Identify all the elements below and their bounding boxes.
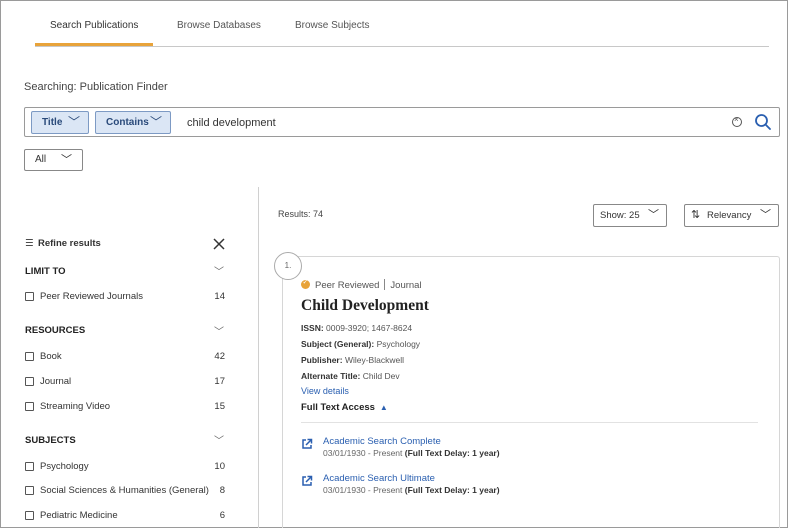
full-text-access-label: Full Text Access: [301, 402, 375, 413]
meta-value: Wiley-Blackwell: [344, 355, 404, 365]
facet-count: 17: [214, 376, 225, 387]
checkbox[interactable]: [25, 486, 34, 495]
meta-value: 0009-3920; 1467-8624: [326, 323, 413, 333]
chevron-down-icon[interactable]: ﹀: [214, 432, 224, 447]
meta-label: Alternate Title:: [301, 371, 361, 381]
show-per-page-select[interactable]: Show: 25 ﹀: [593, 204, 667, 227]
result-badges: Peer Reviewed Journal: [301, 278, 422, 291]
field-select-label: Title: [42, 117, 63, 128]
refine-heading: ☰ Refine results: [25, 238, 101, 249]
facet-label: Book: [40, 351, 62, 362]
facet-item-social-sciences: Social Sciences & Humanities (General) 8: [25, 485, 225, 499]
subject-row: Subject (General): Psychology: [301, 339, 420, 349]
facet-label: Psychology: [40, 461, 89, 472]
peer-reviewed-label: Peer Reviewed: [315, 280, 380, 291]
issn-row: ISSN: 0009-3920; 1467-8624: [301, 323, 412, 333]
facet-item-pediatric-medicine: Pediatric Medicine 6: [25, 510, 225, 524]
facet-item-streaming-video: Streaming Video 15: [25, 401, 225, 415]
sort-select-label: Relevancy: [707, 210, 752, 221]
meta-value: Child Dev: [362, 371, 400, 381]
facet-label: Social Sciences & Humanities (General): [40, 485, 209, 496]
clear-icon[interactable]: [732, 115, 742, 127]
external-link-icon[interactable]: [301, 475, 313, 487]
facet-count: 10: [214, 461, 225, 472]
result-number: 1.: [274, 252, 302, 280]
facet-heading-limit-to[interactable]: LIMIT TO: [25, 266, 65, 277]
separator: [384, 279, 386, 290]
peer-reviewed-icon: [301, 278, 310, 289]
facet-label: Peer Reviewed Journals: [40, 291, 143, 302]
external-link-icon[interactable]: [301, 438, 313, 450]
checkbox[interactable]: [25, 402, 34, 411]
facet-count: 8: [219, 485, 225, 496]
facet-count: 42: [214, 351, 225, 362]
tab-bar: Search Publications Browse Databases Bro…: [35, 10, 769, 47]
close-icon[interactable]: [212, 237, 226, 251]
divider: [301, 422, 758, 423]
tab-browse-databases[interactable]: Browse Databases: [162, 10, 276, 46]
database-coverage: 03/01/1930 - Present (Full Text Delay: 1…: [323, 448, 500, 458]
checkbox[interactable]: [25, 377, 34, 386]
chevron-down-icon: ﹀: [648, 209, 659, 221]
search-icon[interactable]: [754, 113, 772, 131]
facet-label: Streaming Video: [40, 401, 111, 412]
meta-label: Subject (General):: [301, 339, 375, 349]
chevron-down-icon: ﹀: [760, 209, 771, 221]
chevron-down-icon: ﹀: [61, 154, 72, 166]
panel-divider: [258, 187, 259, 528]
publisher-row: Publisher: Wiley-Blackwell: [301, 355, 404, 365]
results-count: Results: 74: [278, 209, 324, 219]
alternate-title-row: Alternate Title: Child Dev: [301, 371, 400, 381]
search-input[interactable]: [187, 111, 707, 134]
coverage-delay: (Full Text Delay: 1 year): [404, 448, 500, 458]
searching-label: Searching: Publication Finder: [24, 81, 168, 93]
checkbox[interactable]: [25, 462, 34, 471]
facet-count: 6: [219, 510, 225, 521]
full-text-access-toggle[interactable]: Full Text Access ▲: [301, 402, 388, 413]
coverage-dates: 03/01/1930 - Present: [323, 448, 403, 458]
chevron-down-icon: ﹀: [149, 115, 162, 129]
database-link-academic-search-complete[interactable]: Academic Search Complete: [323, 436, 441, 447]
facet-heading-resources[interactable]: RESOURCES: [25, 325, 85, 336]
facet-count: 15: [214, 401, 225, 412]
facet-heading-subjects[interactable]: SUBJECTS: [25, 435, 76, 446]
chevron-down-icon[interactable]: ﹀: [214, 323, 224, 338]
operator-select-label: Contains: [106, 117, 149, 128]
scope-select[interactable]: All ﹀: [24, 149, 83, 171]
database-link-academic-search-ultimate[interactable]: Academic Search Ultimate: [323, 473, 435, 484]
sort-select[interactable]: ⇅ Relevancy ﹀: [684, 204, 779, 227]
database-coverage: 03/01/1930 - Present (Full Text Delay: 1…: [323, 485, 500, 495]
checkbox[interactable]: [25, 511, 34, 520]
facet-item-peer-reviewed: Peer Reviewed Journals 14: [25, 291, 225, 305]
field-select[interactable]: Title ﹀: [31, 111, 89, 134]
operator-select[interactable]: Contains ﹀: [95, 111, 171, 134]
facet-item-book: Book 42: [25, 351, 225, 365]
tab-search-publications[interactable]: Search Publications: [35, 10, 154, 46]
chevron-down-icon: ﹀: [67, 115, 80, 129]
meta-value: Psychology: [376, 339, 421, 349]
meta-label: ISSN:: [301, 323, 324, 333]
coverage-delay: (Full Text Delay: 1 year): [404, 485, 500, 495]
view-details-link[interactable]: View details: [301, 386, 349, 396]
sort-icon: ⇅: [691, 209, 701, 221]
publication-title[interactable]: Child Development: [301, 297, 429, 315]
caret-up-icon: ▲: [379, 403, 388, 412]
meta-label: Publisher:: [301, 355, 343, 365]
scope-select-label: All: [35, 154, 47, 165]
resource-type: Journal: [390, 280, 422, 291]
coverage-dates: 03/01/1930 - Present: [323, 485, 403, 495]
filter-icon: ☰: [25, 238, 34, 249]
checkbox[interactable]: [25, 352, 34, 361]
facet-item-journal: Journal 17: [25, 376, 225, 390]
tab-browse-subjects[interactable]: Browse Subjects: [280, 10, 384, 46]
show-select-label: Show: 25: [600, 210, 640, 221]
facet-count: 14: [214, 291, 225, 302]
chevron-down-icon[interactable]: ﹀: [214, 263, 224, 278]
facet-label: Journal: [40, 376, 72, 387]
checkbox[interactable]: [25, 292, 34, 301]
facet-label: Pediatric Medicine: [40, 510, 118, 521]
facet-item-psychology: Psychology 10: [25, 461, 225, 475]
search-bar: Title ﹀ Contains ﹀: [24, 107, 780, 137]
refine-title: Refine results: [38, 238, 101, 249]
